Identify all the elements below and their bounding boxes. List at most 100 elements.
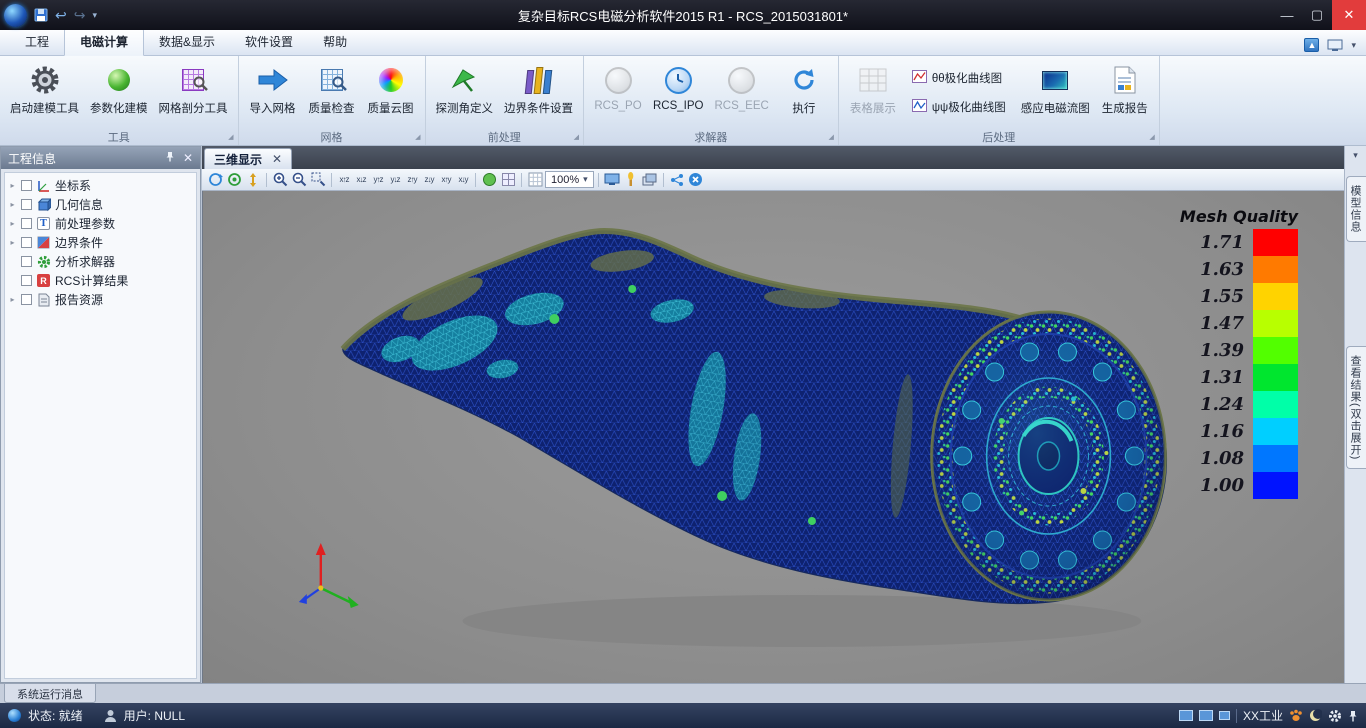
view-axis-button[interactable]: y↓z	[387, 171, 403, 189]
quality-check-button[interactable]: 质量检查	[303, 59, 361, 116]
checkbox[interactable]	[21, 199, 32, 210]
view-axis-button[interactable]: z↓y	[421, 171, 437, 189]
view-axis-button[interactable]: y↑z	[370, 171, 386, 189]
maximize-button[interactable]: ▢	[1302, 0, 1332, 30]
dialog-launcher-icon[interactable]: ◢	[415, 134, 420, 141]
grid-icon[interactable]	[526, 171, 544, 189]
dialog-launcher-icon[interactable]: ◢	[228, 134, 233, 141]
gear-icon[interactable]	[1328, 709, 1342, 723]
generate-report-button[interactable]: 生成报告	[1096, 59, 1154, 116]
solver-rcs-po-button[interactable]: RCS_PO	[589, 59, 647, 112]
viewport-3d[interactable]: Mesh Quality 1.71 1.63 1.55 1.47 1.39 1.…	[202, 191, 1344, 683]
solver-rcs-eec-button[interactable]: RCS_EEC	[710, 59, 774, 112]
view-axis-button[interactable]: x↓y	[455, 171, 471, 189]
tab-settings[interactable]: 软件设置	[230, 29, 308, 55]
menubar-dropdown-icon[interactable]: ▾	[1351, 40, 1356, 51]
zoom-in-icon[interactable]	[271, 171, 289, 189]
render-mode-icon[interactable]	[603, 171, 621, 189]
expander-icon[interactable]: ▸	[8, 295, 17, 304]
tab-help[interactable]: 帮助	[308, 29, 362, 55]
window-layout-icon[interactable]	[1179, 710, 1193, 721]
tree-item-report-resources[interactable]: ▸ 报告资源	[5, 290, 196, 309]
tree-item-rcs-results[interactable]: R RCS计算结果	[5, 271, 196, 290]
parametric-modeling-button[interactable]: 参数化建模	[85, 59, 153, 116]
tree-item-coordinate-system[interactable]: ▸ 坐标系	[5, 176, 196, 195]
dialog-launcher-icon[interactable]: ◢	[828, 134, 833, 141]
legend-row: 1.71	[1180, 229, 1298, 256]
pin-icon[interactable]	[1348, 710, 1358, 722]
tab-close-icon[interactable]: ✕	[272, 152, 282, 166]
quality-cloud-map-button[interactable]: 质量云图	[362, 59, 420, 116]
theta-polarization-curve-button[interactable]: θθ极化曲线图	[905, 66, 1013, 90]
launch-modeling-tool-button[interactable]: 启动建模工具	[5, 59, 84, 116]
display-icon[interactable]	[1327, 39, 1343, 52]
system-messages-tab[interactable]: 系统运行消息	[4, 684, 96, 703]
dialog-launcher-icon[interactable]: ◢	[574, 134, 579, 141]
layers-icon[interactable]	[641, 171, 659, 189]
orbit-icon[interactable]	[206, 171, 224, 189]
view-axis-button[interactable]: x↑y	[438, 171, 454, 189]
mesh-partition-tool-button[interactable]: 网格剖分工具	[154, 59, 233, 116]
view-axis-button[interactable]: x↓z	[353, 171, 369, 189]
checkbox[interactable]	[21, 237, 32, 248]
expander-icon[interactable]: ▸	[8, 181, 17, 190]
pan-icon[interactable]	[244, 171, 262, 189]
checkbox[interactable]	[21, 256, 32, 267]
execute-button[interactable]: 执行	[775, 59, 833, 116]
close-button[interactable]: ✕	[1332, 0, 1366, 30]
tree-item-geometry-info[interactable]: ▸ 几何信息	[5, 195, 196, 214]
redo-icon[interactable]: ↪	[74, 8, 86, 22]
clear-view-icon[interactable]	[687, 171, 705, 189]
zoom-window-icon[interactable]	[309, 171, 327, 189]
project-info-header: 工程信息 ✕	[1, 147, 200, 169]
import-arrow-icon	[249, 60, 297, 100]
wireframe-view-icon[interactable]	[499, 171, 517, 189]
tab-3d-display[interactable]: 三维显示 ✕	[204, 148, 292, 169]
checkbox[interactable]	[21, 180, 32, 191]
checkbox[interactable]	[21, 275, 32, 286]
share-icon[interactable]	[668, 171, 686, 189]
zoom-out-icon[interactable]	[290, 171, 308, 189]
light-icon[interactable]	[622, 171, 640, 189]
view-results-vertical-tab[interactable]: 查看结果(双击展开)	[1346, 346, 1366, 469]
tab-project[interactable]: 工程	[10, 29, 64, 55]
induced-current-map-button[interactable]: 感应电磁流图	[1016, 59, 1095, 116]
qat-dropdown-icon[interactable]: ▾	[92, 10, 97, 21]
expander-icon[interactable]: ▸	[8, 238, 17, 247]
expander-icon[interactable]: ▸	[8, 219, 17, 228]
minimize-button[interactable]: —	[1272, 0, 1302, 30]
view-axis-button[interactable]: x↑z	[336, 171, 352, 189]
dialog-launcher-icon[interactable]: ◢	[1149, 134, 1154, 141]
moon-icon[interactable]	[1309, 709, 1322, 722]
bottom-dock-strip: 系统运行消息	[0, 683, 1366, 703]
panel-close-icon[interactable]: ✕	[183, 151, 193, 165]
window-layout-icon[interactable]	[1219, 711, 1230, 720]
rotate-icon[interactable]	[225, 171, 243, 189]
probe-angle-define-button[interactable]: 探测角定义	[431, 59, 499, 116]
view-axis-button[interactable]: z↑y	[404, 171, 420, 189]
save-icon[interactable]	[34, 8, 48, 22]
table-display-button[interactable]: 表格展示	[844, 59, 902, 116]
checkbox[interactable]	[21, 218, 32, 229]
psi-polarization-curve-button[interactable]: ψψ极化曲线图	[905, 95, 1013, 119]
legend-row: 1.00	[1180, 472, 1298, 499]
shaded-view-icon[interactable]	[480, 171, 498, 189]
model-info-vertical-tab[interactable]: 模型信息	[1346, 176, 1366, 242]
zoom-level-select[interactable]: 100% ▾	[545, 171, 594, 188]
expander-icon[interactable]: ▸	[8, 200, 17, 209]
solver-rcs-ipo-button[interactable]: RCS_IPO	[648, 59, 709, 112]
undo-icon[interactable]: ↩	[55, 8, 67, 22]
window-layout-icon[interactable]	[1199, 710, 1213, 721]
collapse-ribbon-icon[interactable]: ▲	[1304, 38, 1319, 52]
chevron-down-icon[interactable]: ▾	[1345, 150, 1366, 161]
boundary-condition-settings-button[interactable]: 边界条件设置	[499, 59, 578, 116]
tab-em-computation[interactable]: 电磁计算	[64, 28, 144, 56]
tab-data-display[interactable]: 数据&显示	[144, 29, 230, 55]
tree-item-analysis-solver[interactable]: 分析求解器	[5, 252, 196, 271]
tree-item-preprocess-params[interactable]: ▸ T 前处理参数	[5, 214, 196, 233]
checkbox[interactable]	[21, 294, 32, 305]
paw-icon[interactable]	[1289, 709, 1303, 722]
tree-item-boundary-conditions[interactable]: ▸ 边界条件	[5, 233, 196, 252]
import-mesh-button[interactable]: 导入网格	[244, 59, 302, 116]
pin-icon[interactable]	[165, 151, 175, 165]
